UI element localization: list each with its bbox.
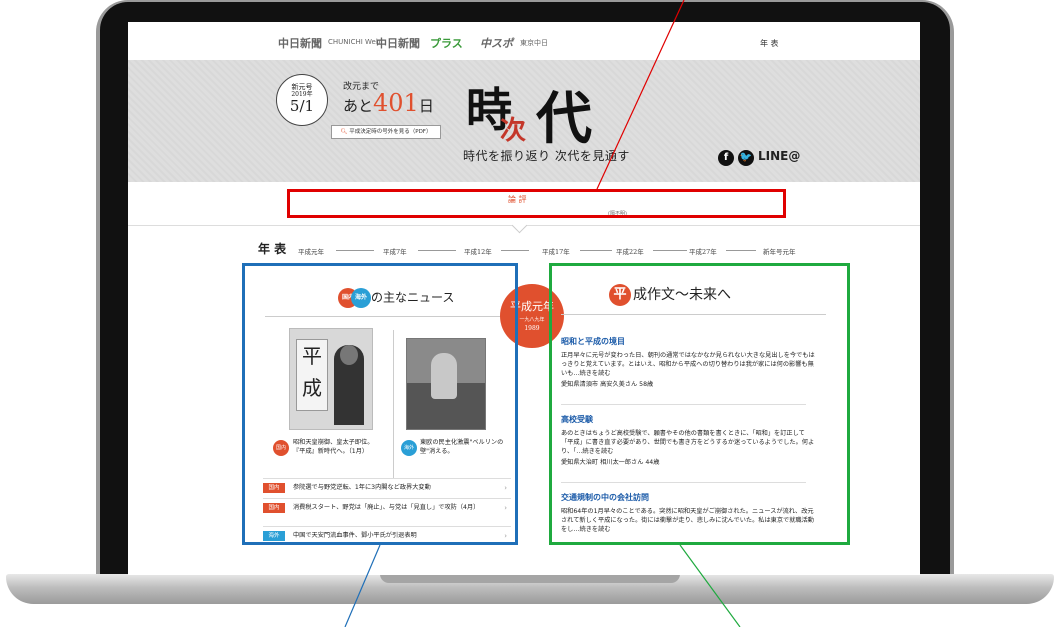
green-pointer-line [679,544,741,627]
annotation-lines [344,0,741,627]
red-pointer-line [596,0,685,190]
blue-pointer-line [344,544,381,627]
